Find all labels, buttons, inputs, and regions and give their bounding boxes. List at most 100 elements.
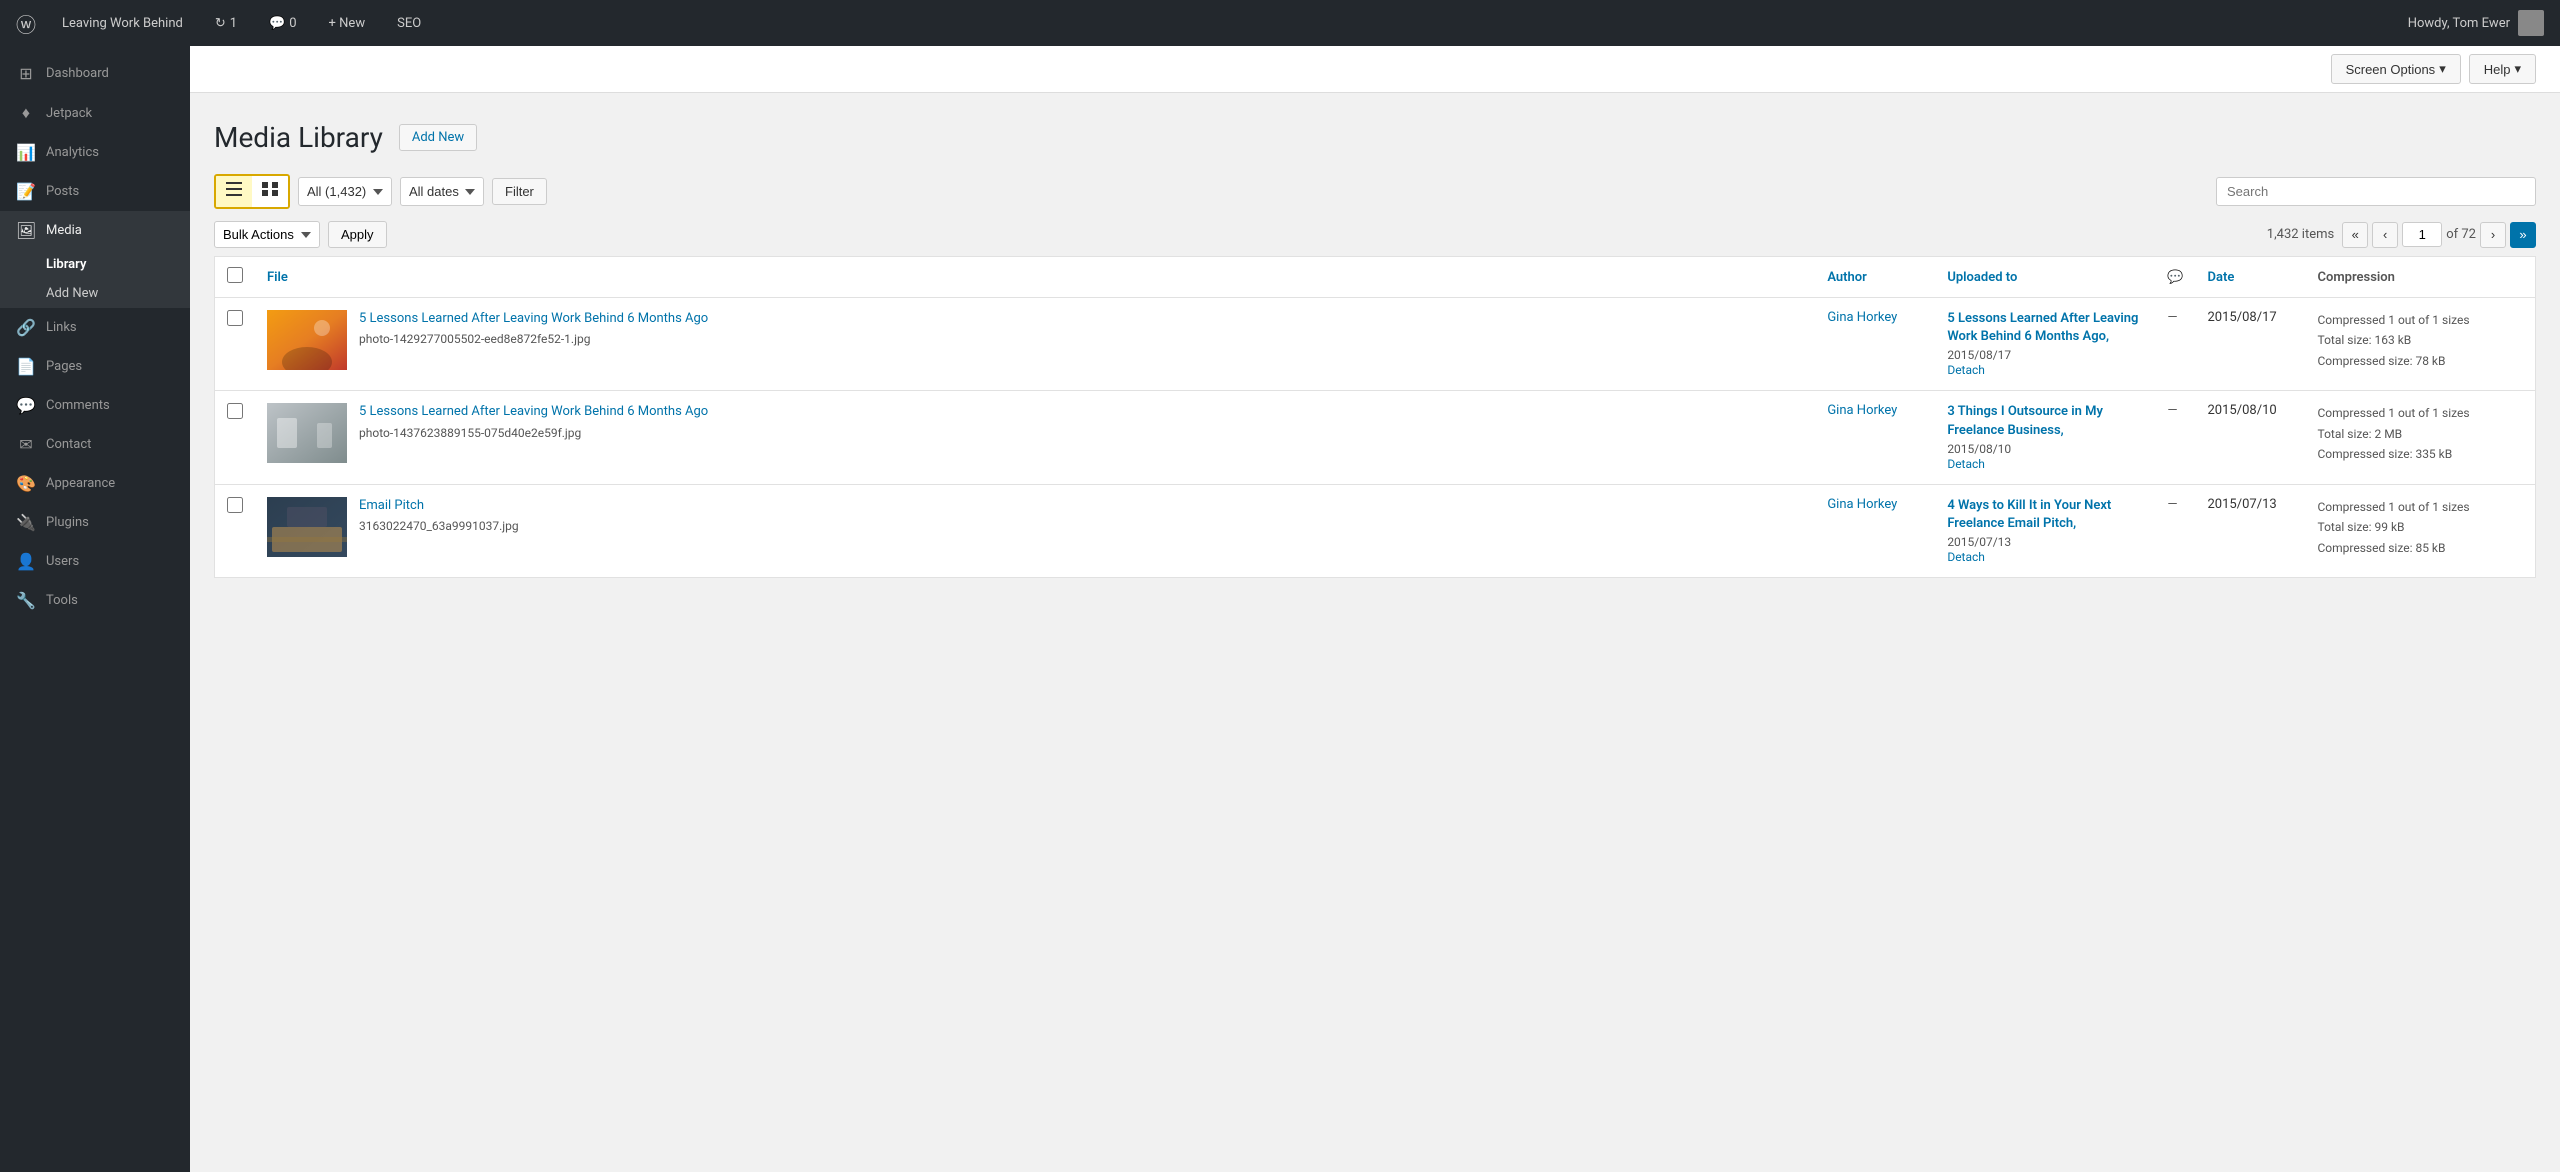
plugins-icon: 🔌 (16, 513, 36, 532)
links-icon: 🔗 (16, 318, 36, 337)
row1-compression-cell: Compressed 1 out of 1 sizes Total size: … (2306, 298, 2536, 391)
dashboard-icon: ⊞ (16, 64, 36, 83)
sidebar-item-media[interactable]: 🖼 Media (0, 211, 190, 250)
row1-comp-line1: Compressed 1 out of 1 sizes (2318, 313, 2470, 327)
row1-uploaded-cell: 5 Lessons Learned After Leaving Work Beh… (1935, 298, 2155, 391)
page-header: Media Library Add New (214, 113, 2536, 154)
sidebar-item-users[interactable]: 👤 Users (0, 542, 190, 581)
row3-uploaded-to-link[interactable]: 4 Ways to Kill It in Your Next Freelance… (1947, 497, 2143, 533)
help-button[interactable]: Help ▾ (2469, 54, 2536, 84)
author-column-header[interactable]: Author (1815, 257, 1935, 298)
row2-comp-line3: Compressed size: 335 kB (2318, 447, 2453, 461)
tools-icon: 🔧 (16, 591, 36, 610)
file-column-header[interactable]: File (255, 257, 1815, 298)
row2-checkbox-cell (215, 391, 256, 484)
sidebar-item-contact[interactable]: ✉ Contact (0, 425, 190, 464)
row3-file-title[interactable]: Email Pitch (359, 497, 519, 515)
all-items-filter[interactable]: All (1,432) (298, 177, 392, 206)
row1-comment-dash: — (2167, 310, 2177, 325)
analytics-icon: 📊 (16, 143, 36, 162)
row1-author-link[interactable]: Gina Horkey (1827, 310, 1897, 325)
row3-author-cell: Gina Horkey (1815, 484, 1935, 577)
main-content: Screen Options ▾ Help ▾ Media Library Ad… (190, 46, 2560, 1172)
page-title: Media Library (214, 121, 383, 154)
sidebar-item-dashboard[interactable]: ⊞ Dashboard (0, 54, 190, 93)
row1-comp-line2: Total size: 163 kB (2318, 333, 2412, 347)
adminbar-site-name[interactable]: Leaving Work Behind (56, 0, 189, 46)
sidebar-item-comments[interactable]: 💬 Comments (0, 386, 190, 425)
admin-bar: ⓦ Leaving Work Behind ↻ 1 💬 0 + New SEO … (0, 0, 2560, 46)
uploaded-to-column-header[interactable]: Uploaded to (1935, 257, 2155, 298)
apply-button[interactable]: Apply (328, 221, 387, 248)
sidebar-item-pages[interactable]: 📄 Pages (0, 347, 190, 386)
sidebar-item-jetpack[interactable]: ♦ Jetpack (0, 93, 190, 133)
row3-detach-link[interactable]: Detach (1947, 550, 1985, 564)
row1-comment-cell: — (2155, 298, 2195, 391)
page-number-input[interactable] (2402, 222, 2442, 247)
row1-file-title[interactable]: 5 Lessons Learned After Leaving Work Beh… (359, 310, 708, 328)
filter-button[interactable]: Filter (492, 178, 547, 205)
row1-detach-link[interactable]: Detach (1947, 363, 1985, 377)
comment-column-header: 💬 (2155, 257, 2195, 298)
row2-uploaded-to-link[interactable]: 3 Things I Outsource in My Freelance Bus… (1947, 403, 2143, 439)
comments-icon: 💬 (16, 396, 36, 415)
row2-comp-line2: Total size: 2 MB (2318, 427, 2403, 441)
last-page-button[interactable]: » (2510, 222, 2536, 248)
row2-date-cell: 2015/08/10 (2196, 391, 2306, 484)
row2-compression-cell: Compressed 1 out of 1 sizes Total size: … (2306, 391, 2536, 484)
prev-page-button[interactable]: ‹ (2372, 222, 2398, 248)
adminbar-new[interactable]: + New (323, 0, 372, 46)
grid-view-button[interactable] (252, 176, 288, 207)
row1-thumbnail[interactable] (267, 310, 347, 370)
row3-compression-cell: Compressed 1 out of 1 sizes Total size: … (2306, 484, 2536, 577)
wp-logo[interactable]: ⓦ (16, 9, 36, 38)
row1-uploaded-to-link[interactable]: 5 Lessons Learned After Leaving Work Beh… (1947, 310, 2143, 346)
row2-file-title[interactable]: 5 Lessons Learned After Leaving Work Beh… (359, 403, 708, 421)
sidebar-item-appearance[interactable]: 🎨 Appearance (0, 464, 190, 503)
sidebar-item-plugins[interactable]: 🔌 Plugins (0, 503, 190, 542)
row1-comp-line3: Compressed size: 78 kB (2318, 354, 2446, 368)
pages-icon: 📄 (16, 357, 36, 376)
next-page-button[interactable]: › (2480, 222, 2506, 248)
sidebar-item-tools[interactable]: 🔧 Tools (0, 581, 190, 620)
submenu-add-new[interactable]: Add New (0, 279, 190, 308)
sidebar-item-posts[interactable]: 📝 Posts (0, 172, 190, 211)
row1-date-cell: 2015/08/17 (2196, 298, 2306, 391)
row2-detach-link[interactable]: Detach (1947, 457, 1985, 471)
date-column-header[interactable]: Date (2196, 257, 2306, 298)
avatar[interactable] (2518, 10, 2544, 36)
row1-uploaded-date: 2015/08/17 (1947, 348, 2011, 362)
row2-thumbnail[interactable] (267, 403, 347, 463)
row3-uploaded-cell: 4 Ways to Kill It in Your Next Freelance… (1935, 484, 2155, 577)
adminbar-seo[interactable]: SEO (391, 0, 427, 46)
submenu-library[interactable]: Library (0, 250, 190, 279)
row3-comp-line3: Compressed size: 85 kB (2318, 541, 2446, 555)
list-view-button[interactable] (216, 176, 252, 207)
search-input[interactable] (2216, 177, 2536, 206)
row3-author-link[interactable]: Gina Horkey (1827, 497, 1897, 512)
row1-checkbox[interactable] (227, 310, 243, 326)
row3-thumbnail[interactable] (267, 497, 347, 557)
adminbar-sync[interactable]: ↻ 1 (209, 0, 243, 46)
bulk-actions-select[interactable]: Bulk Actions (214, 221, 320, 248)
all-dates-filter[interactable]: All dates (400, 177, 484, 206)
add-new-button[interactable]: Add New (399, 124, 477, 151)
row2-author-link[interactable]: Gina Horkey (1827, 403, 1897, 418)
sync-icon: ↻ (215, 16, 226, 31)
row2-comment-dash: — (2167, 403, 2177, 418)
row3-checkbox[interactable] (227, 497, 243, 513)
row3-checkbox-cell (215, 484, 256, 577)
compression-column-header: Compression (2306, 257, 2536, 298)
sidebar-item-links[interactable]: 🔗 Links (0, 308, 190, 347)
page-total: of 72 (2446, 227, 2476, 242)
page-wrap: Media Library Add New (190, 93, 2560, 598)
screen-options-button[interactable]: Screen Options ▾ (2331, 54, 2461, 84)
select-all-checkbox[interactable] (227, 267, 243, 283)
select-all-header (215, 257, 256, 298)
row3-uploaded-date: 2015/07/13 (1947, 535, 2011, 549)
first-page-button[interactable]: « (2342, 222, 2368, 248)
adminbar-comments[interactable]: 💬 0 (263, 0, 303, 46)
row2-checkbox[interactable] (227, 403, 243, 419)
sidebar-item-analytics[interactable]: 📊 Analytics (0, 133, 190, 172)
posts-icon: 📝 (16, 182, 36, 201)
